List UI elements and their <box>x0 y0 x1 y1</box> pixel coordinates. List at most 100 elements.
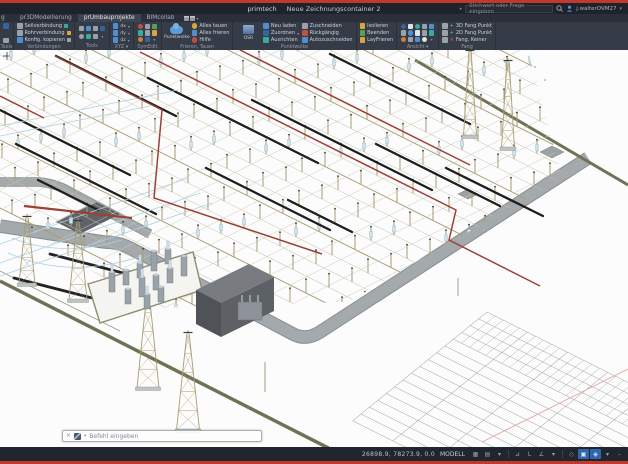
search-expand-icon[interactable]: ▸ <box>460 6 463 12</box>
command-recent-icon[interactable]: ▾ <box>84 434 86 439</box>
view-right-icon[interactable] <box>428 30 435 36</box>
view-shaded-icon[interactable] <box>414 23 421 29</box>
seilverbindung-button[interactable]: Seilverbindung <box>17 23 71 29</box>
isolieren-button[interactable]: Isolieren <box>359 23 394 29</box>
zuschneiden-button[interactable]: Zuschneiden <box>302 23 352 29</box>
fang-2d-punkt-button[interactable]: + 2D Fang Punkt <box>442 30 492 36</box>
konfig-option-icon[interactable] <box>66 38 71 42</box>
view-back-icon[interactable] <box>407 36 414 42</box>
ribbon-options-caret-icon[interactable]: ▾ <box>196 16 198 21</box>
alles-tauen-button[interactable]: Alles tauen <box>191 23 229 29</box>
symedit-record-icon[interactable] <box>137 23 144 29</box>
neu-laden-button[interactable]: Neu laden <box>263 23 299 29</box>
move-dz-button[interactable]: dz ▾ <box>112 37 130 43</box>
tools-caret-icon[interactable]: ▾ <box>101 34 103 39</box>
symedit-block-icon[interactable] <box>144 23 151 29</box>
fang-3d-punkt-button[interactable]: + 3D Fang Punkt <box>442 23 492 29</box>
view-bottom-icon[interactable] <box>414 36 421 42</box>
layfrieren-button[interactable]: LayFrieren <box>359 37 393 43</box>
model-space-button[interactable]: MODELL <box>440 451 465 458</box>
rotate-icon[interactable] <box>85 33 92 40</box>
ortho-mode-icon[interactable]: L <box>524 449 535 459</box>
tab-pr3dmodellierung[interactable]: pr3DModellierung <box>14 14 78 22</box>
tab-bimcollab[interactable]: BIMcollab <box>141 14 181 22</box>
clipped-tool-icon[interactable] <box>3 23 9 29</box>
view-box-icon[interactable] <box>414 30 421 36</box>
beenden-button[interactable]: Beenden <box>359 30 394 36</box>
annotation-minus-icon[interactable]: – <box>614 449 625 459</box>
osnap-dropdown-icon[interactable]: ▾ <box>602 449 613 459</box>
mirror-icon[interactable] <box>92 33 99 40</box>
view-top-icon[interactable] <box>428 23 435 29</box>
view-realistic-icon[interactable] <box>400 36 407 42</box>
polar-dropdown-icon[interactable]: ▾ <box>548 449 559 459</box>
draw-circle-icon[interactable] <box>99 25 106 32</box>
ribbon-panel-verbindungen: Seilverbindung Rohrverbindung Konfig. ko… <box>14 22 74 50</box>
rohr-option-icon[interactable] <box>66 31 71 35</box>
rohrverbindung-button[interactable]: Rohrverbindung <box>17 30 71 36</box>
snap-mode-icon[interactable]: ▤ <box>482 449 493 459</box>
view-xray-icon[interactable] <box>421 36 428 42</box>
move-dy-button[interactable]: dy ▾ <box>112 30 130 36</box>
symedit-sphere-icon[interactable] <box>137 36 144 42</box>
osnap-icon[interactable]: ▣ <box>578 449 589 459</box>
panel-label-ansicht: Ansicht ▾ <box>406 44 429 50</box>
move-dx-button[interactable]: dx ▾ <box>112 23 130 29</box>
alles-frieren-button[interactable]: Alles frieren <box>191 30 229 36</box>
view-wire-icon[interactable] <box>421 23 428 29</box>
autozuschneiden-button[interactable]: Autozuschneiden <box>302 37 353 43</box>
ausrichten-button[interactable]: Ausrichten <box>263 37 299 43</box>
username[interactable]: j.walterOVM27 <box>576 6 616 12</box>
draw-arc-icon[interactable] <box>92 25 99 32</box>
symedit-list-icon[interactable] <box>144 30 151 36</box>
tab-clipped[interactable]: g <box>0 14 14 22</box>
clipped-tool-icon-2[interactable] <box>3 37 9 43</box>
ansicht-caret-icon[interactable]: ▾ <box>431 37 433 42</box>
command-line[interactable]: × ▾ Befehl eingeben <box>62 430 262 442</box>
rueckgaengig-button[interactable]: Rückgängig <box>302 30 352 36</box>
help-search-input[interactable]: Stichwort oder Frage eingeben <box>465 3 554 15</box>
konfig-kopieren-button[interactable]: Konfig. kopieren <box>17 37 71 43</box>
draw-line-icon[interactable] <box>78 25 85 32</box>
osnap-3d-icon[interactable]: ◈ <box>590 449 601 459</box>
isodraft-icon[interactable]: ◇ <box>566 449 577 459</box>
symedit-edit-icon[interactable] <box>137 30 144 36</box>
ribbon-window-icon-2[interactable] <box>190 16 196 21</box>
grid-display-icon[interactable]: ▦ <box>470 449 481 459</box>
symedit-caret-icon[interactable]: ▾ <box>153 37 155 42</box>
ribbon-panel-clipped: Tools <box>0 22 13 50</box>
symedit-warn-icon[interactable] <box>151 30 158 36</box>
punktwolke-big-button[interactable]: Punktwolke <box>164 22 190 40</box>
status-divider <box>508 450 509 458</box>
drawing-canvas[interactable] <box>0 50 628 447</box>
infer-constraints-icon[interactable]: ⊿ <box>512 449 523 459</box>
busbars <box>0 52 545 302</box>
user-dropdown-icon[interactable]: ▾ <box>619 6 622 12</box>
search-icon[interactable] <box>556 5 564 12</box>
view-sphere-icon[interactable] <box>400 23 407 29</box>
command-close-icon[interactable]: × <box>66 433 71 439</box>
ribbon-window-icon[interactable] <box>184 16 190 21</box>
tab-prumbauprojekte[interactable]: prUmbauprojekte <box>77 14 141 22</box>
seil-option-icon[interactable] <box>64 24 69 28</box>
view-cube-icon[interactable] <box>407 23 414 29</box>
hilfe-button[interactable]: Hilfe <box>191 37 229 43</box>
panel-label-xyz: XYZ ▾ <box>114 45 129 50</box>
user-account-icon[interactable] <box>566 5 573 12</box>
draw-polyline-icon[interactable] <box>85 25 92 32</box>
view-iso-icon[interactable] <box>407 30 414 36</box>
snap-dropdown-icon[interactable]: ▾ <box>494 449 505 459</box>
polar-tracking-icon[interactable]: ∠ <box>536 449 547 459</box>
view-front-icon[interactable] <box>400 30 407 36</box>
command-customize-icon[interactable] <box>74 432 82 440</box>
fang-keiner-button[interactable]: × Fang, Keiner <box>442 37 492 43</box>
titlebar: primtech Neue Zeichnungscontainer 2 ▸ Sti… <box>0 3 628 15</box>
osr-big-button[interactable]: OSR <box>236 25 260 41</box>
symedit-box-icon[interactable] <box>144 36 151 42</box>
measure-icon[interactable] <box>78 33 85 40</box>
symedit-apply-icon[interactable] <box>151 23 158 29</box>
command-prompt[interactable]: Befehl eingeben <box>89 433 138 440</box>
zuordnen-button[interactable]: Zuordnen ▾ <box>263 30 299 36</box>
view-left-icon[interactable] <box>421 30 428 36</box>
transformer <box>237 301 263 321</box>
